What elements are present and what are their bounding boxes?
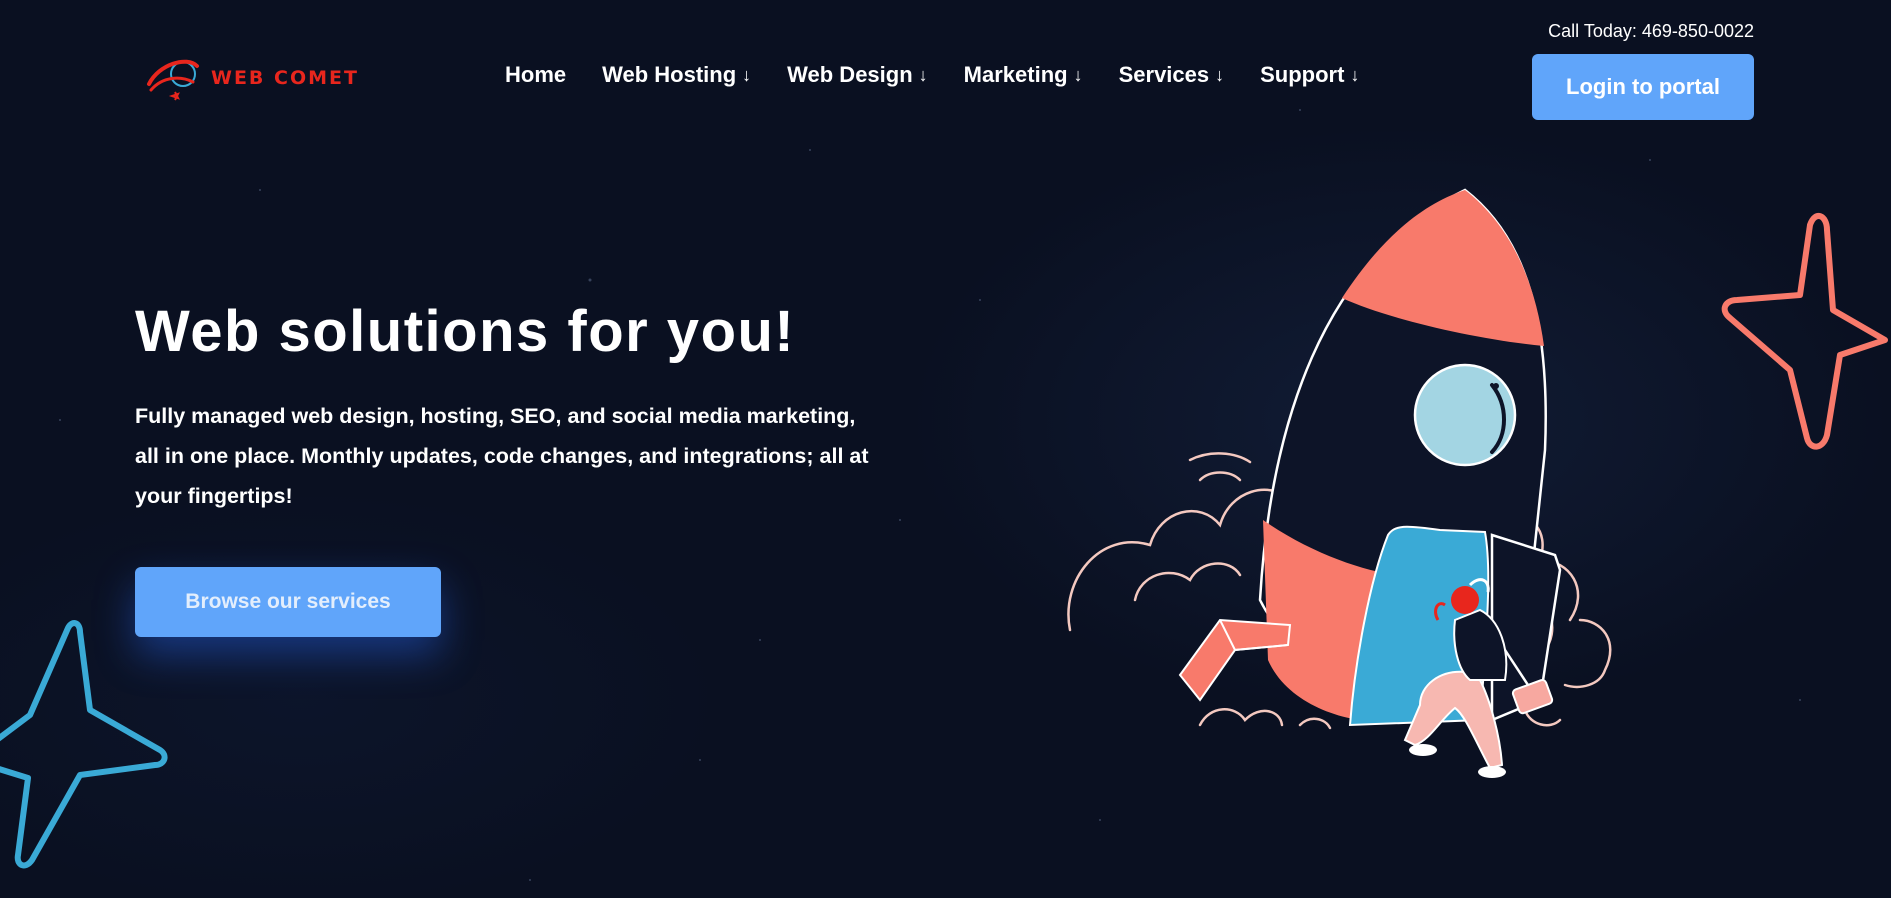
phone-number[interactable]: Call Today: 469-850-0022 xyxy=(1548,21,1754,42)
nav-item-label: Services xyxy=(1118,62,1210,87)
main-nav: Home Web Hosting ↓ Web Design ↓ Marketin… xyxy=(505,62,1395,88)
nav-item-support[interactable]: Support ↓ xyxy=(1260,62,1359,88)
chevron-down-icon: ↓ xyxy=(1215,64,1225,85)
nav-item-home[interactable]: Home xyxy=(505,62,566,88)
star-outline-icon xyxy=(0,620,168,869)
browse-services-button[interactable]: Browse our services xyxy=(135,567,441,637)
nav-item-label: Support xyxy=(1260,62,1345,87)
comet-logo-icon xyxy=(147,59,199,101)
nav-item-web-design[interactable]: Web Design ↓ xyxy=(787,62,928,88)
chevron-down-icon: ↓ xyxy=(918,64,928,85)
nav-item-marketing[interactable]: Marketing ↓ xyxy=(964,62,1083,88)
brand-name: WEB COMET xyxy=(211,67,359,89)
brand-logo[interactable]: WEB COMET xyxy=(145,54,359,102)
nav-item-label: Web Design xyxy=(787,62,913,87)
nav-item-label: Home xyxy=(505,62,567,87)
chevron-down-icon: ↓ xyxy=(1073,64,1083,85)
chevron-down-icon: ↓ xyxy=(1350,64,1360,85)
chevron-down-icon: ↓ xyxy=(742,64,752,85)
hero-description: Fully managed web design, hosting, SEO, … xyxy=(135,404,869,508)
nav-item-label: Marketing xyxy=(963,62,1068,87)
nav-item-web-hosting[interactable]: Web Hosting ↓ xyxy=(602,62,751,88)
nav-item-services[interactable]: Services ↓ xyxy=(1119,62,1225,88)
login-button[interactable]: Login to portal xyxy=(1532,54,1754,120)
nav-item-label: Web Hosting xyxy=(602,62,737,87)
hero-title: Web solutions for you! xyxy=(135,299,796,364)
rocket-illustration xyxy=(1067,188,1612,778)
star-outline-icon xyxy=(1721,213,1888,450)
